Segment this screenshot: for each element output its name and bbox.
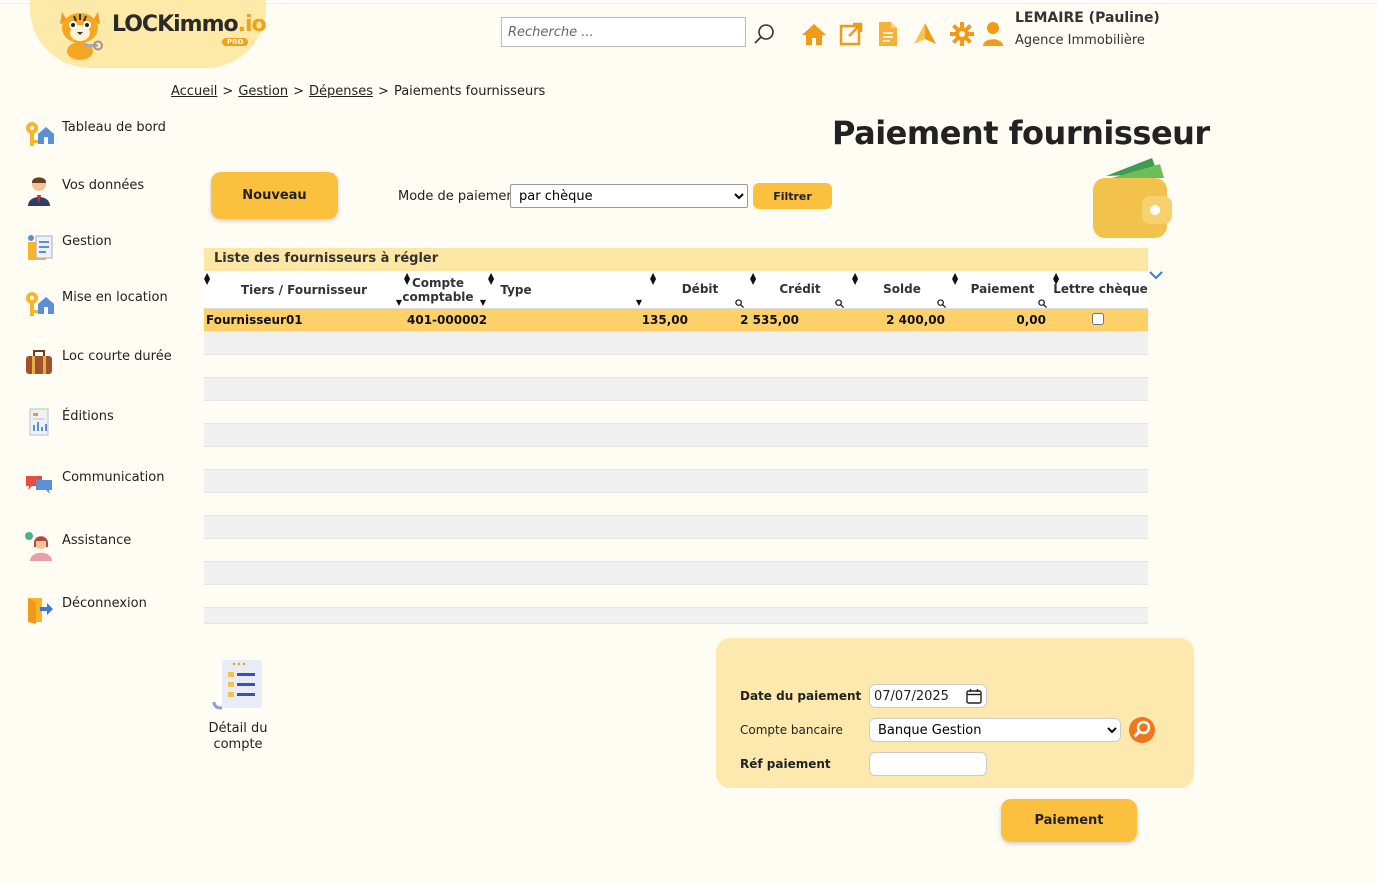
checklist-icon <box>212 660 262 710</box>
cell-solde: 2 400,00 <box>886 313 945 327</box>
person-icon <box>28 177 50 206</box>
magnifier-icon[interactable] <box>1038 299 1047 308</box>
grid-header: ▲ ▼ Tiers / Fournisseur ▼ ▲ ▼ Compte compt… <box>204 271 1148 309</box>
page-title: Paiement fournisseur <box>832 114 1210 152</box>
cell-compte: 401-000002 <box>407 313 488 327</box>
pro-badge: PRO <box>222 38 249 46</box>
table-row <box>204 424 1148 447</box>
new-button[interactable]: Nouveau <box>211 172 338 219</box>
column-header-type[interactable]: ▲ ▼ Type ▼ <box>488 271 644 309</box>
table-row <box>204 585 1148 608</box>
logo[interactable]: LOCKimmo.io PRO <box>30 0 267 68</box>
external-link-icon[interactable] <box>837 20 864 47</box>
brand-name: LOCKimmo.io <box>112 12 267 37</box>
rental-key-icon <box>26 292 54 316</box>
suppliers-grid: Liste des fournisseurs à régler ▲ ▼ Tiers… <box>204 248 1148 624</box>
payment-date-input[interactable]: 07/07/2025 <box>869 684 987 708</box>
filter-button[interactable]: Filtrer <box>753 183 832 209</box>
sidebar-item-loc-courte-duree[interactable]: Loc courte durée <box>24 347 172 377</box>
table-row <box>204 608 1148 624</box>
table-row[interactable]: Fournisseur01 401-000002 135,00 2 535,00… <box>204 309 1148 332</box>
cell-tiers: Fournisseur01 <box>206 313 303 327</box>
cell-credit: 2 535,00 <box>740 313 799 327</box>
cell-lettre-cheque <box>1092 313 1104 328</box>
bank-account-label: Compte bancaire <box>740 723 843 737</box>
magnifier-icon[interactable] <box>937 299 946 308</box>
account-detail-label: Détail du compte <box>208 721 268 752</box>
breadcrumb-current: Paiements fournisseurs <box>393 84 546 99</box>
sidebar-item-gestion[interactable]: Gestion <box>24 232 112 262</box>
payment-ref-label: Réf paiement <box>740 757 831 771</box>
sidebar-item-editions[interactable]: Éditions <box>24 407 114 437</box>
table-row <box>204 562 1148 585</box>
filter-icon[interactable]: ▼ <box>636 298 642 307</box>
cell-paiement: 0,00 <box>1016 313 1046 327</box>
magnifier-icon[interactable] <box>835 299 844 308</box>
home-icon[interactable] <box>800 20 827 47</box>
payment-form: Date du paiement 07/07/2025 Compte banca… <box>716 638 1194 788</box>
sidebar-item-mise-en-location[interactable]: Mise en location <box>24 288 168 318</box>
logout-door-icon <box>28 598 53 624</box>
sidebar-item-vos-donnees[interactable]: Vos données <box>24 176 144 206</box>
navigation-arrow-icon[interactable] <box>911 20 938 47</box>
breadcrumb: Accueil > Gestion > Dépenses > Paiements fourn… <box>171 84 546 99</box>
payment-ref-input[interactable] <box>869 752 987 776</box>
lettre-cheque-checkbox[interactable] <box>1092 313 1104 325</box>
column-header-tiers[interactable]: ▲ ▼ Tiers / Fournisseur ▼ <box>204 271 404 309</box>
cell-debit: 135,00 <box>641 313 688 327</box>
table-row <box>204 378 1148 401</box>
sidebar-item-deconnexion[interactable]: Déconnexion <box>24 594 147 624</box>
column-header-debit[interactable]: ▲ ▼ Débit <box>650 271 750 309</box>
table-row <box>204 516 1148 539</box>
search-input[interactable] <box>501 17 746 47</box>
bank-account-select[interactable]: Banque Gestion <box>869 718 1121 742</box>
user-agency: Agence Immobilière <box>1015 33 1145 48</box>
bank-search-icon[interactable] <box>1128 716 1156 744</box>
breadcrumb-home[interactable]: Accueil <box>171 84 217 99</box>
table-row <box>204 355 1148 378</box>
table-row <box>204 401 1148 424</box>
key-house-icon <box>26 122 54 146</box>
account-detail-button[interactable] <box>206 658 270 714</box>
payment-date-label: Date du paiement <box>740 689 862 703</box>
chevron-down-icon[interactable] <box>1149 270 1163 280</box>
table-row <box>204 470 1148 493</box>
grid-title: Liste des fournisseurs à régler <box>204 248 1148 271</box>
payment-mode-select[interactable]: par chèque <box>510 184 748 208</box>
support-agent-icon <box>25 532 52 561</box>
column-header-solde[interactable]: ▲ ▼ Solde <box>852 271 952 309</box>
sidebar-item-communication[interactable]: Communication <box>24 468 164 498</box>
table-row <box>204 493 1148 516</box>
user-icon[interactable] <box>982 21 1004 47</box>
breadcrumb-gestion[interactable]: Gestion <box>238 84 288 99</box>
calendar-icon[interactable] <box>966 688 982 704</box>
payment-mode-label: Mode de paiement <box>398 189 520 204</box>
top-toolbar <box>800 20 975 47</box>
report-icon <box>29 408 49 436</box>
payment-button[interactable]: Paiement <box>1001 799 1137 842</box>
chat-bubbles-icon <box>26 476 52 494</box>
management-icon <box>28 235 53 260</box>
table-row <box>204 447 1148 470</box>
gear-icon[interactable] <box>948 20 975 47</box>
wallet-icon <box>1093 158 1172 238</box>
breadcrumb-depenses[interactable]: Dépenses <box>309 84 373 99</box>
magnifier-icon[interactable] <box>735 299 744 308</box>
sidebar-item-tableau-de-bord[interactable]: Tableau de bord <box>24 118 166 148</box>
column-header-paiement[interactable]: ▲ ▼ Paiement <box>952 271 1053 309</box>
suitcase-icon <box>26 350 52 374</box>
table-row <box>204 332 1148 355</box>
tiger-mascot-icon <box>60 12 103 60</box>
document-icon[interactable] <box>874 20 901 47</box>
column-header-lettre-cheque[interactable]: ▲ ▼ Lettre chèque <box>1053 271 1148 309</box>
table-row <box>204 539 1148 562</box>
user-name: LEMAIRE (Pauline) <box>1015 10 1160 26</box>
filter-icon[interactable]: ▼ <box>480 298 486 307</box>
column-header-credit[interactable]: ▲ ▼ Crédit <box>750 271 850 309</box>
search-icon[interactable] <box>753 22 777 46</box>
sidebar-item-assistance[interactable]: Assistance <box>24 531 131 561</box>
